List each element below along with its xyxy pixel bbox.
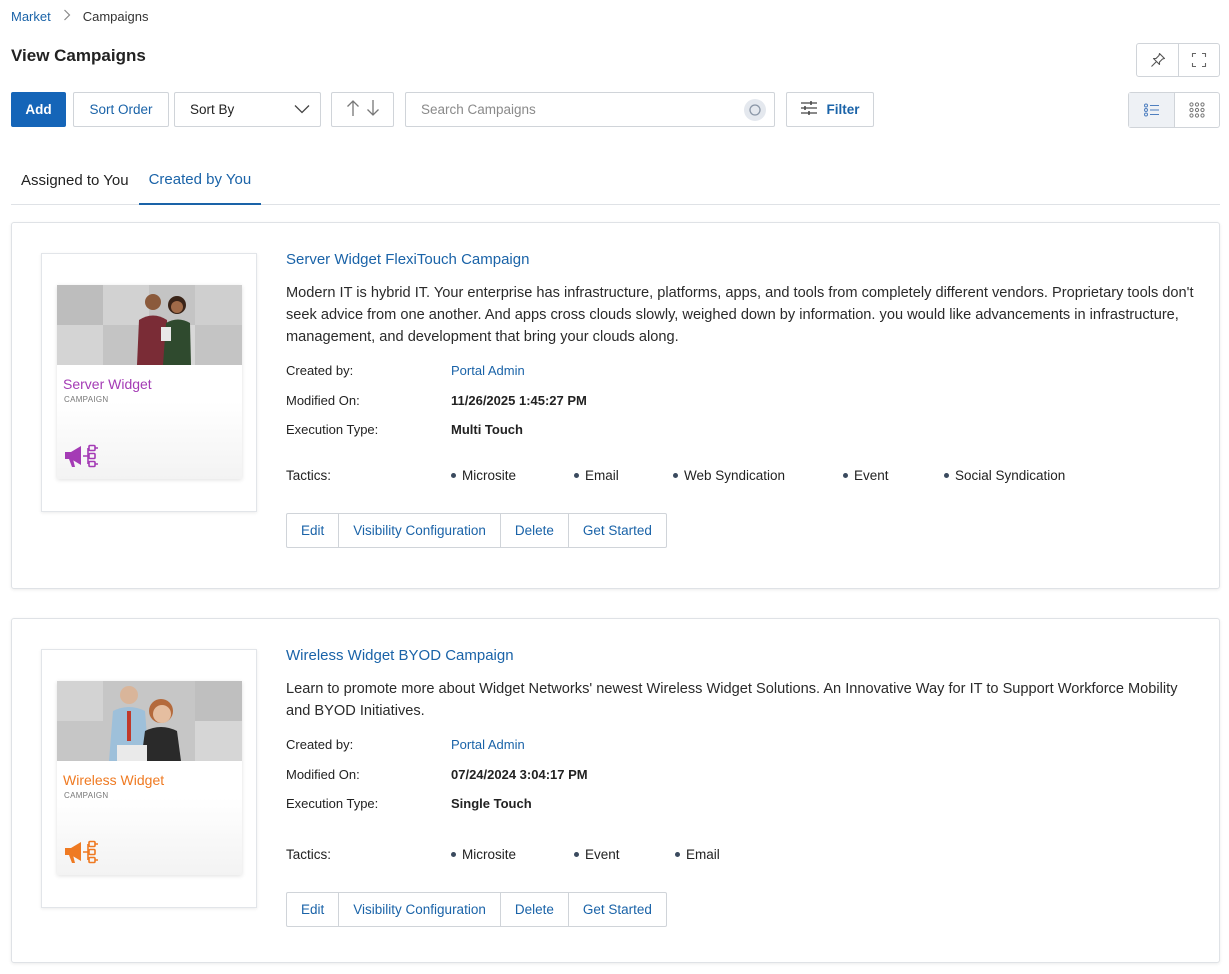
campaign-title-link[interactable]: Server Widget FlexiTouch Campaign xyxy=(286,251,529,268)
fullscreen-icon[interactable] xyxy=(1178,44,1219,76)
thumbnail-subtitle: CAMPAIGN xyxy=(64,395,109,404)
tactics-label: Tactics: xyxy=(286,468,332,483)
page-title: View Campaigns xyxy=(11,46,146,65)
modified-on-value: 07/24/2024 3:04:17 PM xyxy=(451,766,588,782)
execution-type-value: Multi Touch xyxy=(451,422,523,438)
campaign-description: Modern IT is hybrid IT. Your enterprise … xyxy=(286,285,1194,345)
tactic-item: Email xyxy=(574,468,673,483)
tab-bar: Assigned to You Created by You xyxy=(11,155,1220,205)
visibility-configuration-button[interactable]: Visibility Configuration xyxy=(338,892,500,926)
execution-type-value: Single Touch xyxy=(451,796,532,812)
created-by-row: Created by: Portal Admin xyxy=(286,356,1199,386)
sort-by-value: Sort By xyxy=(190,102,235,117)
filter-label: Filter xyxy=(826,102,860,117)
thumbnail-subtitle: CAMPAIGN xyxy=(64,791,109,800)
campaign-photo xyxy=(57,681,242,761)
edit-button[interactable]: Edit xyxy=(287,514,338,547)
campaign-thumbnail[interactable]: Server Widget CAMPAIGN xyxy=(57,285,242,479)
grid-view-icon[interactable] xyxy=(1174,93,1219,127)
thumbnail-title: Server Widget xyxy=(63,376,152,392)
get-started-button[interactable]: Get Started xyxy=(567,513,666,547)
sort-direction-button[interactable] xyxy=(331,92,394,127)
search-input[interactable] xyxy=(421,102,721,117)
tactic-item: Microsite xyxy=(451,847,574,862)
execution-type-row: Execution Type: Single Touch xyxy=(286,789,1199,819)
campaign-actions: Edit Visibility Configuration Delete Get… xyxy=(286,512,667,548)
pin-icon[interactable] xyxy=(1137,44,1178,76)
sort-by-select[interactable]: Sort By xyxy=(174,92,321,127)
toolbar: Add Sort Order Sort By Filter xyxy=(11,92,1220,128)
search-box xyxy=(405,92,775,127)
created-by-link[interactable]: Portal Admin xyxy=(451,737,525,752)
search-icon[interactable] xyxy=(744,98,766,121)
tactic-item: Email xyxy=(675,847,720,862)
campaign-description: Learn to promote more about Widget Netwo… xyxy=(286,681,1178,719)
tactic-item: Event xyxy=(574,847,675,862)
modified-on-label: Modified On: xyxy=(286,392,360,408)
tactics-row: Tactics: Microsite Event Email xyxy=(286,845,1199,865)
filter-sliders-icon xyxy=(800,100,818,119)
delete-button[interactable]: Delete xyxy=(499,892,568,926)
visibility-configuration-button[interactable]: Visibility Configuration xyxy=(338,513,500,547)
tactics-row: Tactics: Microsite Email Web Syndication… xyxy=(286,466,1199,486)
tactic-item: Social Syndication xyxy=(944,468,1065,483)
modified-on-row: Modified On: 11/26/2025 1:45:27 PM xyxy=(286,386,1199,416)
execution-type-label: Execution Type: xyxy=(286,422,379,438)
modified-on-row: Modified On: 07/24/2024 3:04:17 PM xyxy=(286,760,1199,790)
tactic-item: Web Syndication xyxy=(673,468,843,483)
add-button[interactable]: Add xyxy=(11,92,66,127)
get-started-button[interactable]: Get Started xyxy=(567,892,666,926)
page-tools xyxy=(1136,43,1220,77)
view-toggle xyxy=(1128,92,1220,128)
campaign-card: Server Widget CAMPAIGN Server Widget Fle… xyxy=(11,222,1220,589)
arrow-up-icon xyxy=(346,99,360,120)
created-by-link[interactable]: Portal Admin xyxy=(451,363,525,378)
sort-order-button[interactable]: Sort Order xyxy=(73,92,169,127)
chevron-down-icon xyxy=(294,102,310,117)
tab-assigned-to-you[interactable]: Assigned to You xyxy=(11,155,139,205)
megaphone-network-icon xyxy=(63,839,101,868)
list-view-icon[interactable] xyxy=(1129,93,1174,127)
campaign-actions: Edit Visibility Configuration Delete Get… xyxy=(286,891,667,927)
campaign-info: Server Widget FlexiTouch Campaign Modern… xyxy=(286,251,1199,548)
campaign-thumbnail[interactable]: Wireless Widget CAMPAIGN xyxy=(57,681,242,875)
tactic-item: Event xyxy=(843,468,944,483)
modified-on-label: Modified On: xyxy=(286,766,360,782)
created-by-label: Created by: xyxy=(286,737,354,753)
campaign-title-link[interactable]: Wireless Widget BYOD Campaign xyxy=(286,647,514,664)
breadcrumb: Market Campaigns xyxy=(11,9,149,24)
campaign-thumbnail-frame: Wireless Widget CAMPAIGN xyxy=(41,649,257,908)
campaign-thumbnail-frame: Server Widget CAMPAIGN xyxy=(41,253,257,512)
created-by-label: Created by: xyxy=(286,363,354,379)
arrow-down-icon xyxy=(366,99,380,120)
filter-button[interactable]: Filter xyxy=(786,92,874,127)
campaign-photo xyxy=(57,285,242,365)
tactic-item: Microsite xyxy=(451,468,574,483)
tactics-label: Tactics: xyxy=(286,847,332,862)
execution-type-row: Execution Type: Multi Touch xyxy=(286,415,1199,445)
chevron-right-icon xyxy=(63,9,71,24)
execution-type-label: Execution Type: xyxy=(286,796,379,812)
campaign-card: Wireless Widget CAMPAIGN Wireless Widget… xyxy=(11,618,1220,963)
edit-button[interactable]: Edit xyxy=(287,893,338,926)
campaign-info: Wireless Widget BYOD Campaign Learn to p… xyxy=(286,647,1199,927)
tab-created-by-you[interactable]: Created by You xyxy=(138,155,262,205)
delete-button[interactable]: Delete xyxy=(499,513,568,547)
created-by-row: Created by: Portal Admin xyxy=(286,730,1199,760)
modified-on-value: 11/26/2025 1:45:27 PM xyxy=(451,392,587,408)
thumbnail-title: Wireless Widget xyxy=(63,772,165,788)
megaphone-network-icon xyxy=(63,443,101,472)
breadcrumb-current: Campaigns xyxy=(82,9,149,24)
breadcrumb-market-link[interactable]: Market xyxy=(11,9,51,24)
